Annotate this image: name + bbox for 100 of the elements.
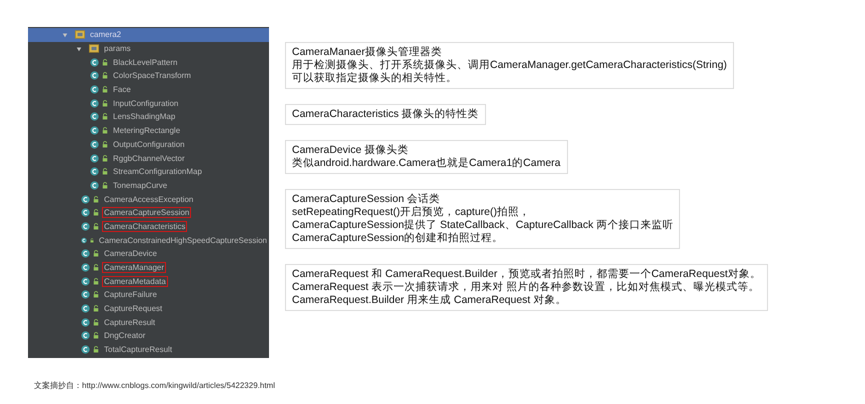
tree-row[interactable]: camera2 xyxy=(28,28,269,42)
lock-icon xyxy=(102,58,108,66)
tree-row[interactable]: Face xyxy=(28,82,269,96)
lock-icon xyxy=(93,278,99,285)
class-icon xyxy=(81,304,90,314)
class-icon xyxy=(90,167,99,176)
tree-row[interactable]: CameraAccessException xyxy=(28,192,269,206)
lock-icon xyxy=(102,127,108,134)
tree-item-label: params xyxy=(103,43,132,54)
class-icon xyxy=(90,71,99,80)
tree-row[interactable]: CameraManager xyxy=(28,260,269,274)
note-line: CameraCaptureSession的创建和拍照过程。 xyxy=(292,232,504,245)
lock-icon xyxy=(102,86,108,94)
class-icon xyxy=(90,126,99,136)
class-icon xyxy=(90,112,99,122)
class-icon xyxy=(81,236,87,245)
tree-item-label: TotalCaptureResult xyxy=(103,344,174,356)
class-icon xyxy=(81,345,90,354)
source-caption: 文案摘抄自：http://www.cnblogs.com/kingwild/articles/5422329.html xyxy=(34,380,275,391)
tree-row[interactable]: CameraMetadata xyxy=(28,274,269,288)
note-line: CameraRequest 表示一次捕获请求，用来对 照片的各种参数设置，比如对焦模式、曝光模式等。 xyxy=(292,281,760,294)
class-icon xyxy=(81,318,90,327)
tree-row[interactable]: CaptureFailure xyxy=(28,288,269,302)
lock-icon xyxy=(93,318,99,326)
tree-item-label: StreamConfigurationMap xyxy=(112,166,203,178)
lock-icon xyxy=(93,209,99,216)
tree-item-label: CameraAccessException xyxy=(103,194,194,205)
tree-row[interactable]: OutputConfiguration xyxy=(28,138,269,152)
note-line: CameraCharacteristics 摄像头的特性类 xyxy=(292,108,479,121)
tree-item-label: TonemapCurve xyxy=(112,180,168,191)
lock-icon xyxy=(93,222,99,230)
tree-row[interactable]: StreamConfigurationMap xyxy=(28,164,269,179)
tree-item-label: Face xyxy=(112,84,132,96)
note-line: 可以获取指定摄像头的相关特性。 xyxy=(292,72,458,85)
tree-item-label: BlackLevelPattern xyxy=(112,56,178,68)
tree-item-label: CaptureFailure xyxy=(103,289,158,300)
note-line: 用于检测摄像头、打开系统摄像头、调用CameraManager.getCameraCharacteristics(String) xyxy=(292,59,727,72)
note-line: 类似android.hardware.Camera也就是Camera1的Camera xyxy=(292,157,561,170)
class-icon xyxy=(90,85,99,94)
note-line: CameraDevice 摄像头类 xyxy=(292,144,410,157)
tree-row[interactable]: RggbChannelVector xyxy=(28,151,269,165)
tree-row[interactable]: CaptureResult xyxy=(28,315,269,330)
class-icon xyxy=(90,140,99,149)
tree-row[interactable]: ColorSpaceTransform xyxy=(28,69,269,83)
lock-icon xyxy=(102,100,108,107)
tree-item-label: ColorSpaceTransform xyxy=(112,70,192,82)
tree-item-label: CameraCaptureSession xyxy=(102,207,192,218)
class-icon xyxy=(90,180,99,190)
tree-item-label: CaptureRequest xyxy=(103,303,164,314)
class-icon xyxy=(81,290,90,300)
class-icon xyxy=(90,58,99,67)
tree-item-label: CameraDevice xyxy=(103,248,158,260)
tree-row[interactable]: TonemapCurve xyxy=(28,178,269,192)
class-icon xyxy=(81,222,90,231)
class-icon xyxy=(81,208,90,218)
note-line: CameraManaer摄像头管理器类 xyxy=(292,46,443,59)
tree-row[interactable]: params xyxy=(28,42,269,56)
lock-icon xyxy=(102,182,108,189)
lock-icon xyxy=(102,140,108,148)
class-icon xyxy=(81,331,90,340)
lock-icon xyxy=(93,264,99,272)
tree-item-label: RggbChannelVector xyxy=(112,152,186,164)
tree-row[interactable]: CaptureRequest xyxy=(28,302,269,316)
note-line: CameraRequest.Builder 用来生成 CameraRequest 对象。 xyxy=(292,294,568,307)
tree-item-label: CaptureResult xyxy=(103,316,156,328)
expand-arrow-icon[interactable] xyxy=(76,46,82,52)
tree-row[interactable]: BlackLevelPattern xyxy=(28,55,269,70)
tree-row[interactable]: CameraCharacteristics xyxy=(28,220,269,234)
tree-item-label: OutputConfiguration xyxy=(112,138,186,150)
tree-item-label: DngCreator xyxy=(103,330,146,342)
tree-row[interactable]: CameraCaptureSession xyxy=(28,206,269,220)
tree-row[interactable]: LensShadingMap xyxy=(28,110,269,124)
expand-arrow-icon[interactable] xyxy=(62,32,68,38)
tree-row[interactable]: CameraDevice xyxy=(28,247,269,261)
tree-item-label: InputConfiguration xyxy=(112,98,180,109)
tree-item-label: LensShadingMap xyxy=(112,111,176,122)
tree-item-label: camera2 xyxy=(89,29,122,40)
tree-row[interactable]: InputConfiguration xyxy=(28,96,269,110)
tree-row[interactable]: DngCreator xyxy=(28,329,269,343)
tree-item-label: CameraConstrainedHighSpeedCaptureSession xyxy=(98,234,268,246)
lock-icon xyxy=(93,305,99,312)
note-line: CameraCaptureSession 会话类 xyxy=(292,193,441,206)
lock-icon xyxy=(93,346,99,354)
lock-icon xyxy=(90,236,94,244)
lock-icon xyxy=(93,291,99,298)
lock-icon xyxy=(102,72,108,80)
lock-icon xyxy=(93,332,99,340)
tree-row[interactable]: TotalCaptureResult xyxy=(28,342,269,356)
class-icon xyxy=(81,249,90,258)
class-icon xyxy=(90,98,99,108)
note-line: CameraCaptureSession提供了 StateCallback、CaptureCallback 两个接口来监听 xyxy=(292,219,674,232)
lock-icon xyxy=(102,154,108,162)
lock-icon xyxy=(93,250,99,258)
lock-icon xyxy=(102,168,108,176)
tree-row[interactable]: MeteringRectangle xyxy=(28,124,269,138)
tree-item-label: CameraCharacteristics xyxy=(102,220,188,232)
tree-row[interactable]: CameraConstrainedHighSpeedCaptureSession xyxy=(28,233,269,247)
tree-item-label: CameraMetadata xyxy=(102,276,168,287)
note-line: setRepeatingRequest()开启预览，capture()拍照， xyxy=(292,206,531,219)
class-icon xyxy=(81,194,90,204)
